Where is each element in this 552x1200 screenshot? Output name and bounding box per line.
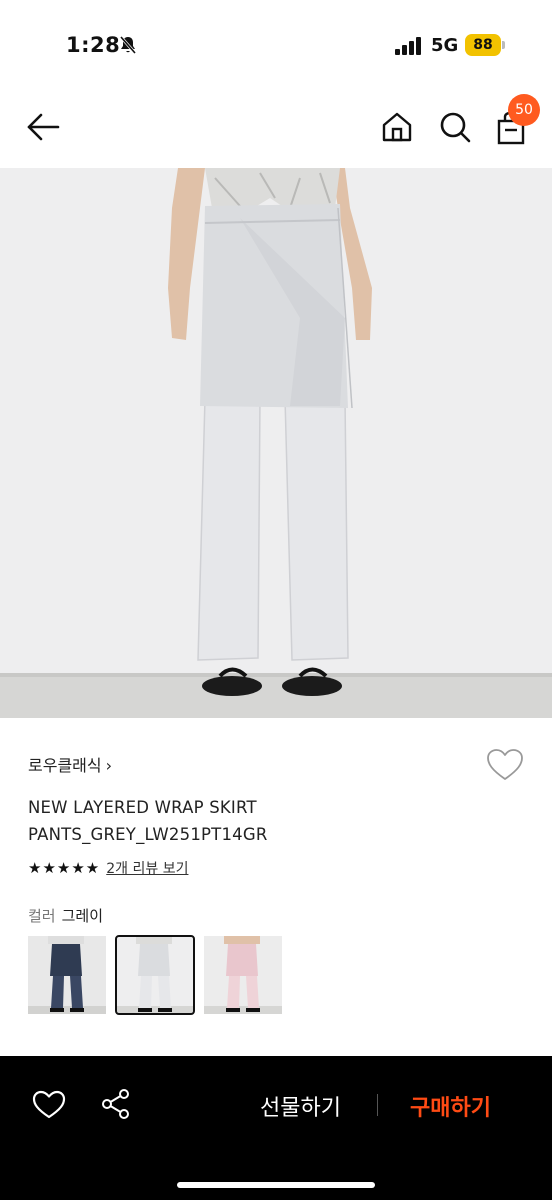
color-value: 그레이 (61, 907, 104, 925)
swatch-grey-thumbnail (116, 936, 194, 1014)
brand-link[interactable]: 로우클래식 › (28, 752, 112, 776)
bottom-action-bar: 선물하기 구매하기 (0, 1056, 552, 1200)
product-title-line-2: PANTS_GREY_LW251PT14GR (28, 825, 268, 844)
share-icon[interactable] (100, 1088, 132, 1120)
review-link[interactable]: 2개 리뷰 보기 (106, 858, 188, 878)
status-bar: 1:28 5G 88 (0, 0, 552, 90)
heart-outline-icon[interactable] (32, 1090, 66, 1120)
product-image[interactable] (0, 168, 552, 718)
home-icon[interactable] (380, 110, 414, 144)
network-type: 5G (431, 35, 459, 56)
swatch-pink-thumbnail (204, 936, 282, 1014)
signal-icon (395, 37, 421, 55)
buy-button[interactable]: 구매하기 (410, 1090, 491, 1122)
color-swatch-grey[interactable] (115, 935, 195, 1015)
bell-slash-icon (119, 36, 137, 54)
cart-count-badge: 50 (508, 94, 540, 126)
product-title-line-1: NEW LAYERED WRAP SKIRT (28, 798, 257, 817)
star-rating-icon: ★★★★★ (28, 859, 101, 877)
home-indicator (177, 1182, 375, 1188)
top-navigation: 50 (0, 90, 552, 168)
back-arrow-icon[interactable] (26, 112, 60, 142)
color-swatch-pink[interactable] (204, 936, 282, 1014)
color-option-label: 컬러 그레이 (28, 905, 103, 926)
product-title: NEW LAYERED WRAP SKIRT PANTS_GREY_LW251P… (28, 794, 458, 848)
chevron-right-icon: › (105, 756, 113, 775)
search-icon[interactable] (438, 110, 472, 144)
product-photo (0, 168, 552, 718)
color-swatch-navy[interactable] (28, 936, 106, 1014)
brand-name: 로우클래식 (28, 756, 102, 775)
battery-indicator: 88 (465, 34, 505, 56)
swatch-navy-thumbnail (28, 936, 106, 1014)
rating-row: ★★★★★ 2개 리뷰 보기 (28, 858, 188, 878)
color-label: 컬러 (28, 907, 56, 925)
gift-button[interactable]: 선물하기 (260, 1090, 341, 1122)
status-time: 1:28 (66, 33, 121, 57)
wishlist-heart-icon[interactable] (486, 748, 524, 782)
button-divider (377, 1094, 378, 1116)
